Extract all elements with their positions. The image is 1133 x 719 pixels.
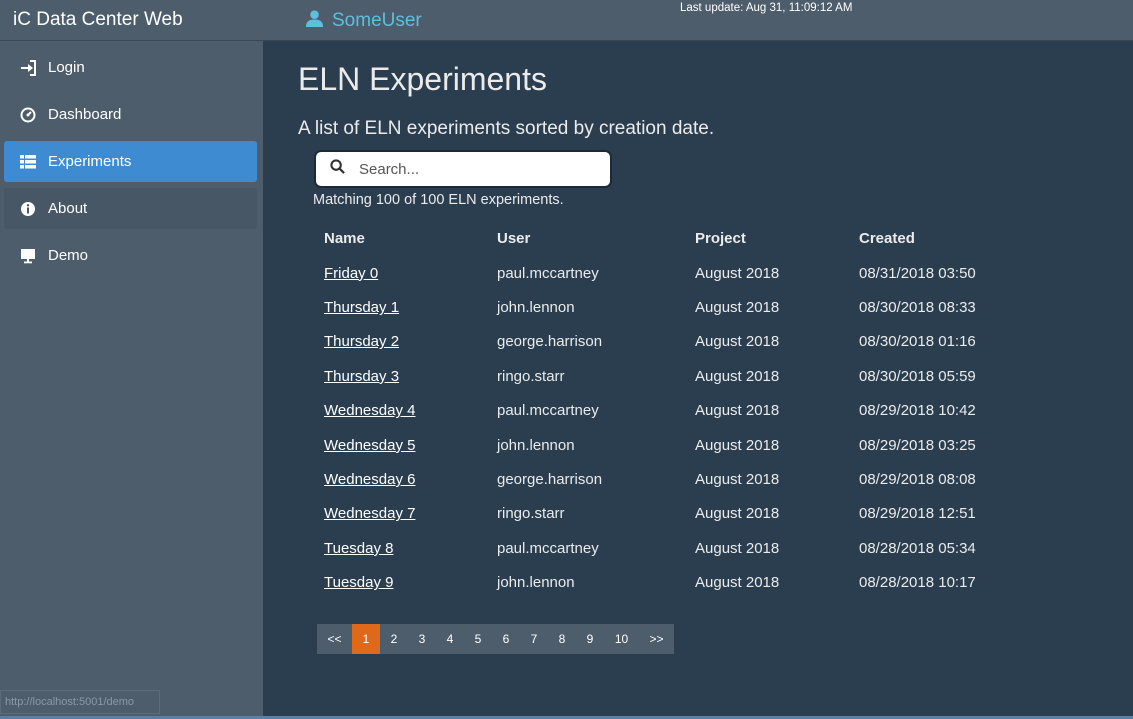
dashboard-icon	[20, 107, 36, 123]
created-cell: 08/30/2018 08:33	[859, 299, 976, 317]
created-cell: 08/31/2018 03:50	[859, 264, 976, 282]
pagination-page-4[interactable]: 4	[436, 624, 464, 654]
pagination-page-2[interactable]: 2	[380, 624, 408, 654]
user-cell: john.lennon	[497, 436, 575, 454]
pagination-page-3[interactable]: 3	[408, 624, 436, 654]
user-menu[interactable]: SomeUser	[305, 9, 422, 33]
user-cell: john.lennon	[497, 574, 575, 592]
pagination: << 1 2 3 4 5 6 7 8 9 10 >>	[317, 624, 674, 654]
top-navbar: iC Data Center Web SomeUser Last update:…	[0, 0, 1133, 41]
sidebar-item-login[interactable]: Login	[4, 47, 257, 88]
column-header-project[interactable]: Project	[695, 220, 859, 256]
pagination-page-1[interactable]: 1	[352, 624, 380, 654]
column-header-user[interactable]: User	[497, 220, 695, 256]
created-cell: 08/29/2018 12:51	[859, 505, 976, 523]
project-cell: August 2018	[695, 264, 780, 282]
experiment-link[interactable]: Wednesday 5	[324, 437, 415, 454]
table-row: Wednesday 7 ringo.starr August 2018 08/2…	[324, 497, 999, 531]
sidebar-item-label: Dashboard	[48, 106, 122, 123]
table-header-row: Name User Project Created	[324, 220, 999, 256]
pagination-page-10[interactable]: 10	[604, 624, 639, 654]
created-cell: 08/30/2018 05:59	[859, 367, 976, 385]
sidebar-item-label: Demo	[48, 247, 89, 264]
sidebar-item-dashboard[interactable]: Dashboard	[4, 94, 257, 135]
info-icon	[20, 201, 36, 217]
pagination-page-8[interactable]: 8	[548, 624, 576, 654]
app-brand[interactable]: iC Data Center Web	[13, 9, 183, 31]
experiment-link[interactable]: Tuesday 9	[324, 574, 394, 591]
sidebar: Login Dashboard Experiments About Demo	[0, 41, 263, 719]
column-header-name[interactable]: Name	[324, 220, 497, 256]
last-update-text: Last update: Aug 31, 11:09:12 AM	[680, 2, 853, 14]
pagination-page-7[interactable]: 7	[520, 624, 548, 654]
search-icon	[330, 159, 345, 179]
sidebar-item-experiments[interactable]: Experiments	[4, 141, 257, 182]
pagination-prev[interactable]: <<	[317, 624, 352, 654]
table-row: Wednesday 5 john.lennon August 2018 08/2…	[324, 428, 999, 462]
experiment-link[interactable]: Thursday 1	[324, 299, 399, 316]
user-icon	[305, 9, 324, 33]
user-cell: john.lennon	[497, 299, 575, 317]
user-cell: paul.mccartney	[497, 539, 599, 557]
project-cell: August 2018	[695, 574, 780, 592]
pagination-next[interactable]: >>	[639, 624, 674, 654]
created-cell: 08/29/2018 03:25	[859, 436, 976, 454]
sidebar-item-about[interactable]: About	[4, 188, 257, 229]
experiment-link[interactable]: Wednesday 4	[324, 402, 415, 419]
table-row: Wednesday 6 george.harrison August 2018 …	[324, 462, 999, 496]
project-cell: August 2018	[695, 436, 780, 454]
experiment-link[interactable]: Thursday 2	[324, 333, 399, 350]
table-row: Tuesday 8 paul.mccartney August 2018 08/…	[324, 531, 999, 565]
project-cell: August 2018	[695, 333, 780, 351]
user-name[interactable]: SomeUser	[332, 10, 422, 32]
user-cell: paul.mccartney	[497, 264, 599, 282]
user-cell: ringo.starr	[497, 505, 565, 523]
created-cell: 08/29/2018 08:08	[859, 471, 976, 489]
user-cell: ringo.starr	[497, 367, 565, 385]
pagination-page-5[interactable]: 5	[464, 624, 492, 654]
created-cell: 08/28/2018 10:17	[859, 574, 976, 592]
sidebar-item-demo[interactable]: Demo	[4, 235, 257, 276]
list-icon	[20, 154, 36, 170]
table-row: Thursday 3 ringo.starr August 2018 08/30…	[324, 359, 999, 393]
project-cell: August 2018	[695, 299, 780, 317]
created-cell: 08/28/2018 05:34	[859, 539, 976, 557]
project-cell: August 2018	[695, 539, 780, 557]
sidebar-item-label: About	[48, 200, 88, 217]
match-count: Matching 100 of 100 ELN experiments.	[313, 192, 564, 208]
table-row: Thursday 1 john.lennon August 2018 08/30…	[324, 290, 999, 324]
main-content: ELN Experiments A list of ELN experiment…	[263, 41, 1133, 719]
page-title: ELN Experiments	[298, 61, 547, 97]
experiment-link[interactable]: Friday 0	[324, 265, 378, 282]
user-cell: paul.mccartney	[497, 402, 599, 420]
search-input[interactable]	[359, 160, 579, 178]
project-cell: August 2018	[695, 505, 780, 523]
project-cell: August 2018	[695, 402, 780, 420]
pagination-page-6[interactable]: 6	[492, 624, 520, 654]
experiment-link[interactable]: Tuesday 8	[324, 540, 394, 557]
search-box[interactable]	[314, 150, 612, 188]
pagination-page-9[interactable]: 9	[576, 624, 604, 654]
experiment-link[interactable]: Thursday 3	[324, 368, 399, 385]
login-icon	[20, 59, 36, 76]
column-header-created[interactable]: Created	[859, 220, 999, 256]
table-row: Wednesday 4 paul.mccartney August 2018 0…	[324, 394, 999, 428]
monitor-icon	[20, 248, 36, 264]
table-row: Thursday 2 george.harrison August 2018 0…	[324, 325, 999, 359]
user-cell: george.harrison	[497, 471, 603, 489]
experiments-table: Name User Project Created Friday 0 paul.…	[324, 220, 999, 600]
project-cell: August 2018	[695, 367, 780, 385]
created-cell: 08/30/2018 01:16	[859, 333, 976, 351]
sidebar-item-label: Experiments	[48, 153, 132, 170]
experiment-link[interactable]: Wednesday 6	[324, 471, 415, 488]
page-subtitle: A list of ELN experiments sorted by crea…	[298, 118, 715, 139]
table-row: Friday 0 paul.mccartney August 2018 08/3…	[324, 256, 999, 290]
created-cell: 08/29/2018 10:42	[859, 402, 976, 420]
user-cell: george.harrison	[497, 333, 603, 351]
sidebar-item-label: Login	[48, 59, 85, 76]
status-bar-url: http://localhost:5001/demo	[0, 690, 160, 714]
project-cell: August 2018	[695, 471, 780, 489]
table-row: Tuesday 9 john.lennon August 2018 08/28/…	[324, 566, 999, 600]
experiment-link[interactable]: Wednesday 7	[324, 505, 415, 522]
